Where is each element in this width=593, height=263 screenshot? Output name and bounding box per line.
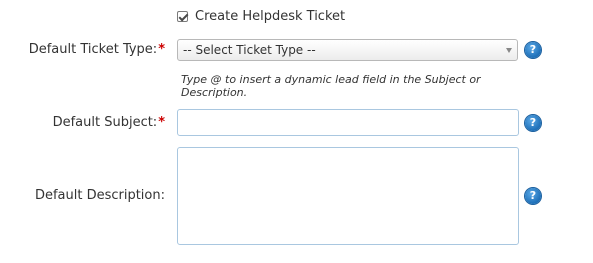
help-icon[interactable]: ?: [525, 42, 541, 58]
description-textarea[interactable]: [177, 147, 519, 245]
ticket-type-label: Default Ticket Type:: [28, 42, 158, 57]
ticket-type-selected-value: -- Select Ticket Type --: [183, 43, 316, 57]
ticket-type-label-group: Default Ticket Type:*: [29, 42, 165, 57]
subject-label-group: Default Subject:*: [53, 115, 165, 130]
dynamic-field-hint: Type @ to insert a dynamic lead field in…: [181, 73, 481, 99]
subject-label: Default Subject:: [52, 115, 158, 130]
create-helpdesk-ticket-label[interactable]: Create Helpdesk Ticket: [195, 9, 345, 24]
create-helpdesk-ticket-row: Create Helpdesk Ticket: [177, 8, 345, 24]
required-marker: *: [158, 115, 165, 130]
create-helpdesk-ticket-checkbox[interactable]: [177, 10, 188, 22]
ticket-type-select[interactable]: -- Select Ticket Type --: [177, 39, 518, 61]
help-icon[interactable]: ?: [525, 115, 541, 131]
subject-input[interactable]: [177, 109, 519, 136]
description-label: Default Description:: [34, 188, 165, 203]
required-marker: *: [158, 42, 165, 57]
chevron-down-icon: [506, 48, 512, 53]
help-icon[interactable]: ?: [525, 188, 541, 204]
